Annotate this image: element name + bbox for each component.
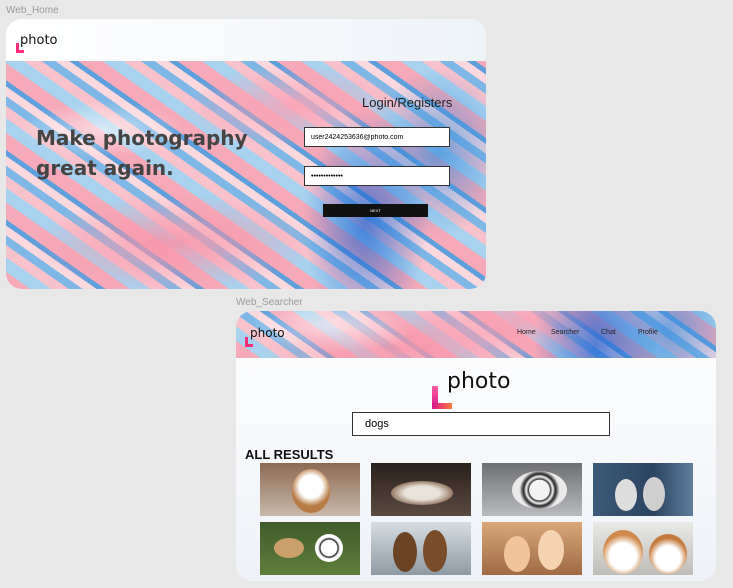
- big-logo: photo: [447, 369, 511, 394]
- searcher-header: photo Home Searcher Chat Profile: [236, 311, 716, 358]
- home-hero: Make photography great again. Login/Regi…: [6, 61, 486, 289]
- nav-home[interactable]: Home: [517, 329, 536, 336]
- home-frame: photo Make photography great again. Logi…: [6, 19, 486, 289]
- searcher-frame-label: Web_Searcher: [236, 297, 303, 308]
- home-frame-label: Web_Home: [6, 5, 59, 16]
- headline-line-1: Make photography: [36, 126, 248, 150]
- headline: Make photography great again.: [36, 123, 248, 183]
- password-field[interactable]: [304, 166, 450, 186]
- email-field[interactable]: [304, 127, 450, 147]
- result-image-4[interactable]: [593, 463, 693, 516]
- result-image-1[interactable]: [260, 463, 360, 516]
- result-image-2[interactable]: [371, 463, 471, 516]
- result-image-7[interactable]: [482, 522, 582, 575]
- home-header: photo: [6, 19, 486, 61]
- nav-searcher[interactable]: Searcher: [551, 329, 579, 336]
- login-title: Login/Registers: [362, 95, 453, 110]
- searcher-frame: photo Home Searcher Chat Profile photo A…: [236, 311, 716, 581]
- result-image-5[interactable]: [260, 522, 360, 575]
- result-image-6[interactable]: [371, 522, 471, 575]
- nav-profile[interactable]: Profile: [638, 329, 658, 336]
- next-button[interactable]: NEXT: [323, 204, 428, 217]
- results-title: ALL RESULTS: [245, 447, 334, 462]
- home-logo[interactable]: photo: [20, 33, 58, 48]
- searcher-logo[interactable]: photo: [250, 326, 285, 340]
- result-image-3[interactable]: [482, 463, 582, 516]
- nav-chat[interactable]: Chat: [601, 329, 616, 336]
- headline-line-2: great again.: [36, 156, 174, 180]
- result-image-8[interactable]: [593, 522, 693, 575]
- search-input[interactable]: [352, 412, 610, 436]
